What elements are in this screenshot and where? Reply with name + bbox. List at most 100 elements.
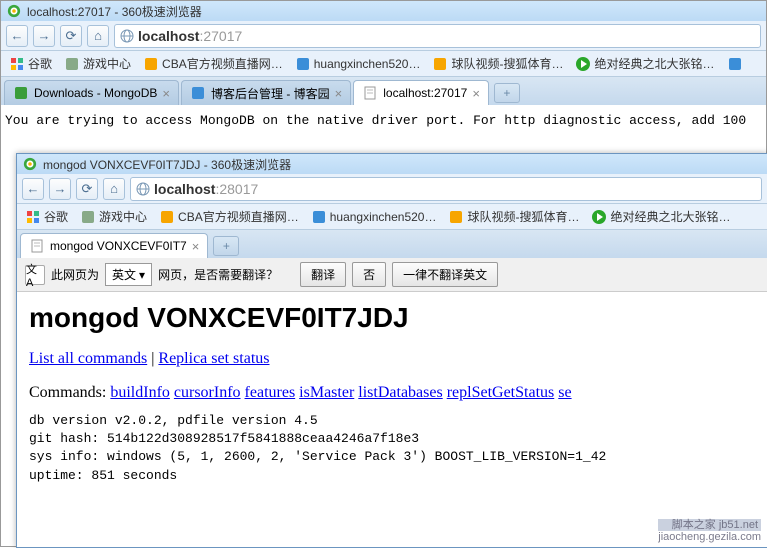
- bookmark-item[interactable]: 游戏中心: [60, 53, 135, 74]
- replica-set-status-link[interactable]: Replica set status: [158, 350, 269, 367]
- mongo-driver-msg: You are trying to access MongoDB on the …: [5, 113, 746, 128]
- command-link[interactable]: replSetGetStatus: [447, 384, 555, 401]
- close-icon[interactable]: ×: [192, 239, 200, 254]
- translate-lang-select[interactable]: 英文▾: [105, 263, 152, 286]
- bookmark-icon: [64, 56, 80, 72]
- inner-titlebar: mongod VONXCEVF0IT7JDJ - 360极速浏览器: [17, 154, 767, 174]
- translate-icon: 文A: [25, 265, 45, 285]
- forward-button[interactable]: →: [49, 178, 71, 200]
- bookmark-item[interactable]: huangxinchen520…: [291, 54, 425, 74]
- bookmark-item[interactable]: 球队视频-搜狐体育…: [428, 53, 567, 74]
- translate-never-button[interactable]: 一律不翻译英文: [392, 262, 498, 287]
- browser-tab[interactable]: localhost:27017 ×: [353, 80, 489, 105]
- translate-no-button[interactable]: 否: [352, 262, 386, 287]
- bookmark-label: 游戏中心: [83, 55, 131, 72]
- bookmark-icon: [575, 56, 591, 72]
- bookmark-label: 谷歌: [28, 55, 52, 72]
- home-button[interactable]: ⌂: [87, 25, 109, 47]
- outer-address-bar[interactable]: localhost:27017: [114, 24, 761, 48]
- bookmark-icon: [727, 56, 743, 72]
- back-button[interactable]: ←: [6, 25, 28, 47]
- outer-title-text: localhost:27017 - 360极速浏览器: [27, 3, 202, 20]
- bookmark-item[interactable]: 谷歌: [21, 206, 72, 227]
- commands-label: Commands:: [29, 384, 110, 401]
- outer-content: You are trying to access MongoDB on the …: [1, 105, 766, 136]
- outer-bookmarks-bar: 谷歌 游戏中心 CBA官方视频直播网… huangxinchen520… 球队视频-搜狐…: [1, 51, 766, 77]
- translate-suffix: 网页，是否需要翻译？: [158, 266, 278, 283]
- bookmark-label: 绝对经典之北大张铭…: [594, 55, 714, 72]
- command-link[interactable]: features: [245, 384, 296, 401]
- bookmark-item[interactable]: 游戏中心: [76, 206, 151, 227]
- reload-button[interactable]: ⟳: [76, 178, 98, 200]
- tab-favicon: [13, 85, 29, 101]
- outer-tabstrip: Downloads - MongoDB×博客后台管理 - 博客园×localho…: [1, 77, 766, 105]
- tab-label: 博客后台管理 - 博客园: [211, 85, 330, 102]
- command-link[interactable]: cursorInfo: [174, 384, 241, 401]
- bookmark-label: CBA官方视频直播网…: [178, 208, 299, 225]
- command-link[interactable]: se: [558, 384, 571, 401]
- link-separator: |: [147, 350, 158, 367]
- command-link[interactable]: listDatabases: [358, 384, 442, 401]
- new-tab-button[interactable]: +: [494, 83, 520, 103]
- reload-button[interactable]: ⟳: [60, 25, 82, 47]
- close-icon[interactable]: ×: [162, 86, 170, 101]
- tab-favicon: [362, 85, 378, 101]
- browser-tab[interactable]: Downloads - MongoDB ×: [4, 80, 179, 105]
- browser-tab[interactable]: 博客后台管理 - 博客园 ×: [181, 80, 351, 105]
- outer-address-port: :27017: [199, 28, 242, 44]
- bookmark-label: huangxinchen520…: [314, 57, 421, 71]
- inner-page-content: mongod VONXCEVF0IT7JDJ List all commands…: [17, 292, 767, 495]
- list-all-commands-link[interactable]: List all commands: [29, 350, 147, 367]
- browser-tab[interactable]: mongod VONXCEVF0IT7 ×: [20, 233, 208, 258]
- home-button[interactable]: ⌂: [103, 178, 125, 200]
- translate-button[interactable]: 翻译: [300, 262, 346, 287]
- translate-prefix: 此网页为: [51, 266, 99, 283]
- bookmark-icon: [311, 209, 327, 225]
- bookmark-label: 球队视频-搜狐体育…: [467, 208, 579, 225]
- bookmark-icon: [80, 209, 96, 225]
- chevron-down-icon: ▾: [139, 268, 145, 282]
- inner-address-bar[interactable]: localhost:28017: [130, 177, 762, 201]
- command-link[interactable]: isMaster: [299, 384, 354, 401]
- back-button[interactable]: ←: [22, 178, 44, 200]
- bookmark-label: 绝对经典之北大张铭…: [610, 208, 730, 225]
- bookmark-icon: [25, 209, 41, 225]
- close-icon[interactable]: ×: [472, 86, 480, 101]
- tab-label: localhost:27017: [383, 86, 467, 100]
- bookmark-label: 球队视频-搜狐体育…: [451, 55, 563, 72]
- globe-icon: [120, 29, 134, 43]
- bookmark-item[interactable]: 绝对经典之北大张铭…: [587, 206, 734, 227]
- bookmark-item[interactable]: 绝对经典之北大张铭…: [571, 53, 718, 74]
- globe-icon: [136, 182, 150, 196]
- forward-button[interactable]: →: [33, 25, 55, 47]
- close-icon[interactable]: ×: [335, 86, 343, 101]
- inner-window: mongod VONXCEVF0IT7JDJ - 360极速浏览器 ← → ⟳ …: [16, 153, 767, 548]
- bookmark-icon: [591, 209, 607, 225]
- inner-address-port: :28017: [215, 181, 258, 197]
- bookmark-item[interactable]: CBA官方视频直播网…: [139, 53, 287, 74]
- outer-titlebar: localhost:27017 - 360极速浏览器: [1, 1, 766, 21]
- bookmark-item[interactable]: 球队视频-搜狐体育…: [444, 206, 583, 227]
- inner-tabstrip: mongod VONXCEVF0IT7 × +: [17, 230, 767, 258]
- bookmark-label: 谷歌: [44, 208, 68, 225]
- bookmark-label: 游戏中心: [99, 208, 147, 225]
- new-tab-button[interactable]: +: [213, 236, 239, 256]
- page-heading: mongod VONXCEVF0IT7JDJ: [29, 302, 755, 334]
- bookmark-item[interactable]: [723, 54, 750, 74]
- commands-line: Commands: buildInfo cursorInfo features …: [29, 384, 755, 402]
- bookmark-icon: [432, 56, 448, 72]
- bookmark-icon: [143, 56, 159, 72]
- bookmark-label: CBA官方视频直播网…: [162, 55, 283, 72]
- tab-label: Downloads - MongoDB: [34, 86, 157, 100]
- outer-navbar: ← → ⟳ ⌂ localhost:27017: [1, 21, 766, 51]
- sys-info: sys info: windows (5, 1, 2600, 2, 'Servi…: [29, 448, 755, 466]
- bookmark-item[interactable]: huangxinchen520…: [307, 207, 441, 227]
- command-link[interactable]: buildInfo: [110, 384, 170, 401]
- bookmark-item[interactable]: 谷歌: [5, 53, 56, 74]
- bookmark-item[interactable]: CBA官方视频直播网…: [155, 206, 303, 227]
- translate-bar: 文A 此网页为 英文▾ 网页，是否需要翻译？ 翻译 否 一律不翻译英文: [17, 258, 767, 292]
- sys-db-version: db version v2.0.2, pdfile version 4.5: [29, 412, 755, 430]
- tab-label: mongod VONXCEVF0IT7: [50, 239, 187, 253]
- sys-git-hash: git hash: 514b122d308928517f5841888ceaa4…: [29, 430, 755, 448]
- watermark: 脚本之家 jb51.net jiaocheng.gezila.com: [658, 519, 761, 543]
